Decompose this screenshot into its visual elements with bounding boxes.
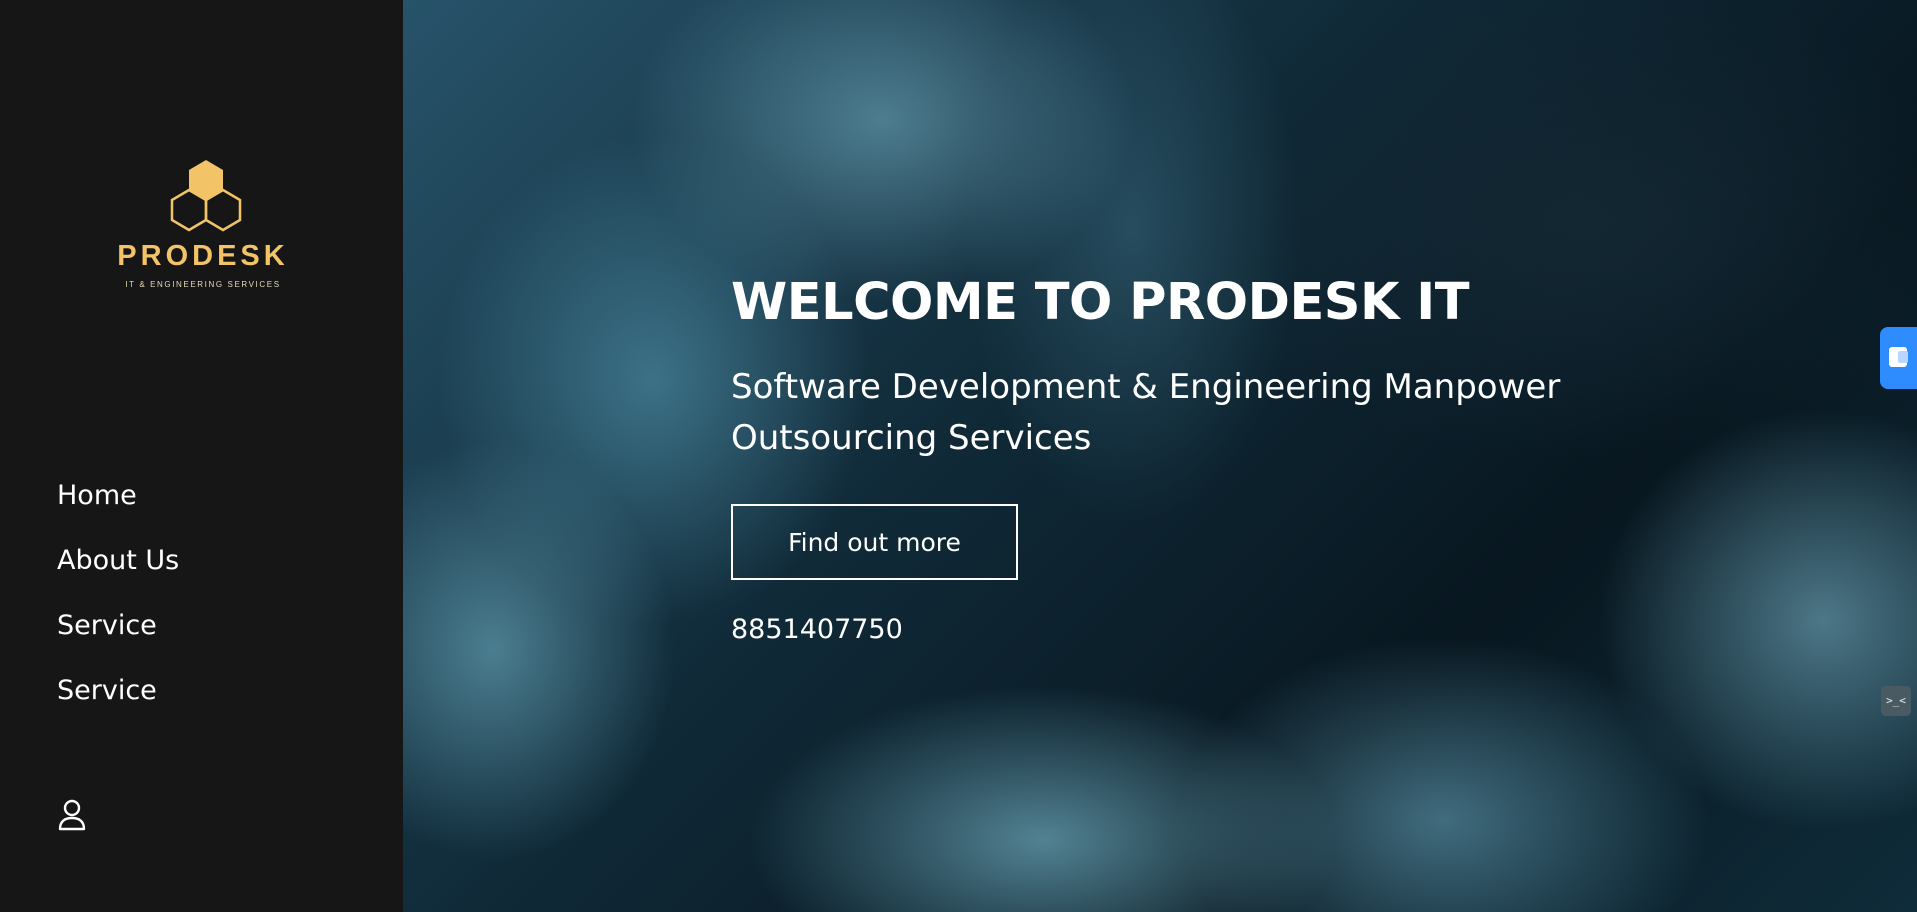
nav-item-service-2[interactable]: Service	[57, 669, 179, 734]
hexagon-logo-icon	[170, 160, 242, 232]
side-widget-tab[interactable]	[1880, 327, 1917, 389]
hero-subtitle: Software Development & Engineering Manpo…	[731, 367, 1561, 458]
sidebar: PRODESK IT & ENGINEERING SERVICES Home A…	[0, 0, 403, 912]
hero-title: WELCOME TO PRODESK IT	[731, 273, 1470, 332]
brand-logo[interactable]: PRODESK IT & ENGINEERING SERVICES	[113, 158, 293, 290]
brand-name: PRODESK	[117, 240, 289, 272]
small-widget-button[interactable]: >_<	[1881, 686, 1911, 716]
nav-item-home[interactable]: Home	[57, 474, 179, 539]
find-out-more-button[interactable]: Find out more	[731, 504, 1018, 580]
hero-content: WELCOME TO PRODESK IT Software Developme…	[731, 268, 1631, 650]
main-nav: Home About Us Service Service	[57, 474, 179, 734]
nav-item-service[interactable]: Service	[57, 604, 179, 669]
brand-tagline: IT & ENGINEERING SERVICES	[125, 280, 281, 289]
nav-item-about-us[interactable]: About Us	[57, 539, 179, 604]
phone-number: 8851407750	[731, 614, 903, 645]
hero-section: WELCOME TO PRODESK IT Software Developme…	[403, 0, 1917, 912]
user-icon[interactable]	[58, 799, 86, 831]
